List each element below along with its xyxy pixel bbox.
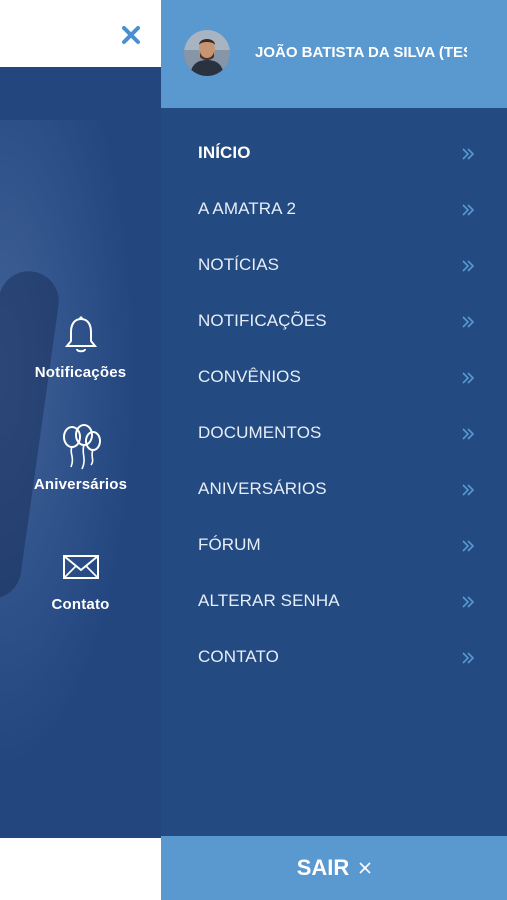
- chevron-right-icon: [462, 596, 475, 608]
- shortcut-label: Aniversários: [33, 476, 128, 493]
- chevron-right-icon: [462, 204, 475, 216]
- bell-icon: [58, 312, 104, 358]
- menu-item-label: ALTERAR SENHA: [198, 591, 340, 610]
- menu-item-noticias[interactable]: NOTÍCIAS: [161, 237, 507, 293]
- menu-item-label: NOTÍCIAS: [198, 255, 280, 274]
- close-menu-button[interactable]: [116, 20, 146, 50]
- menu-item-convenios[interactable]: CONVÊNIOS: [161, 349, 507, 405]
- shortcut-label: Notificações: [34, 364, 127, 381]
- menu-item-label: A AMATRA 2: [198, 199, 297, 218]
- shortcut-aniversarios[interactable]: Aniversários: [0, 424, 161, 493]
- chevron-right-icon: [462, 484, 475, 496]
- menu-item-alterar-senha[interactable]: ALTERAR SENHA: [161, 573, 507, 629]
- logout-button[interactable]: SAIR: [161, 836, 507, 900]
- menu-item-forum[interactable]: FÓRUM: [161, 517, 507, 573]
- chevron-right-icon: [462, 372, 475, 384]
- balloons-icon: [58, 424, 104, 470]
- user-name: JOÃO BATISTA DA SILVA (TESTE): [255, 44, 467, 61]
- menu-item-a-amatra-2[interactable]: A AMATRA 2: [161, 181, 507, 237]
- chevron-right-icon: [462, 148, 475, 160]
- menu-item-label: FÓRUM: [198, 535, 261, 554]
- shortcut-notificacoes[interactable]: Notificações: [0, 312, 161, 381]
- menu-item-aniversarios[interactable]: ANIVERSÁRIOS: [161, 461, 507, 517]
- menu-item-inicio[interactable]: INÍCIO: [161, 125, 507, 181]
- shortcut-label: Contato: [51, 596, 110, 613]
- menu-list: INÍCIO A AMATRA 2 NOTÍCIAS NOTIFICAÇÕES …: [161, 125, 507, 685]
- top-bar: [0, 0, 161, 67]
- background-app: Notificações Aniversários Contato: [0, 0, 161, 900]
- logout-label: SAIR: [296, 855, 350, 880]
- menu-item-notificacoes[interactable]: NOTIFICAÇÕES: [161, 293, 507, 349]
- close-icon: [359, 858, 371, 879]
- chevron-right-icon: [462, 540, 475, 552]
- menu-item-label: INÍCIO: [198, 143, 251, 162]
- chevron-right-icon: [462, 428, 475, 440]
- menu-item-label: ANIVERSÁRIOS: [198, 479, 327, 498]
- close-icon: [122, 26, 140, 44]
- menu-item-documentos[interactable]: DOCUMENTOS: [161, 405, 507, 461]
- shortcut-contato[interactable]: Contato: [0, 544, 161, 613]
- menu-item-label: CONTATO: [198, 647, 279, 666]
- drawer-header: JOÃO BATISTA DA SILVA (TESTE): [161, 0, 507, 108]
- chevron-right-icon: [462, 316, 475, 328]
- menu-item-label: CONVÊNIOS: [198, 367, 301, 386]
- avatar[interactable]: [184, 30, 230, 76]
- chevron-right-icon: [462, 260, 475, 272]
- menu-item-label: NOTIFICAÇÕES: [198, 311, 327, 330]
- menu-item-label: DOCUMENTOS: [198, 423, 322, 442]
- navigation-drawer: JOÃO BATISTA DA SILVA (TESTE) INÍCIO A A…: [161, 0, 507, 900]
- menu-item-contato[interactable]: CONTATO: [161, 629, 507, 685]
- chevron-right-icon: [462, 652, 475, 664]
- bottom-bar: [0, 838, 161, 900]
- envelope-icon: [58, 544, 104, 590]
